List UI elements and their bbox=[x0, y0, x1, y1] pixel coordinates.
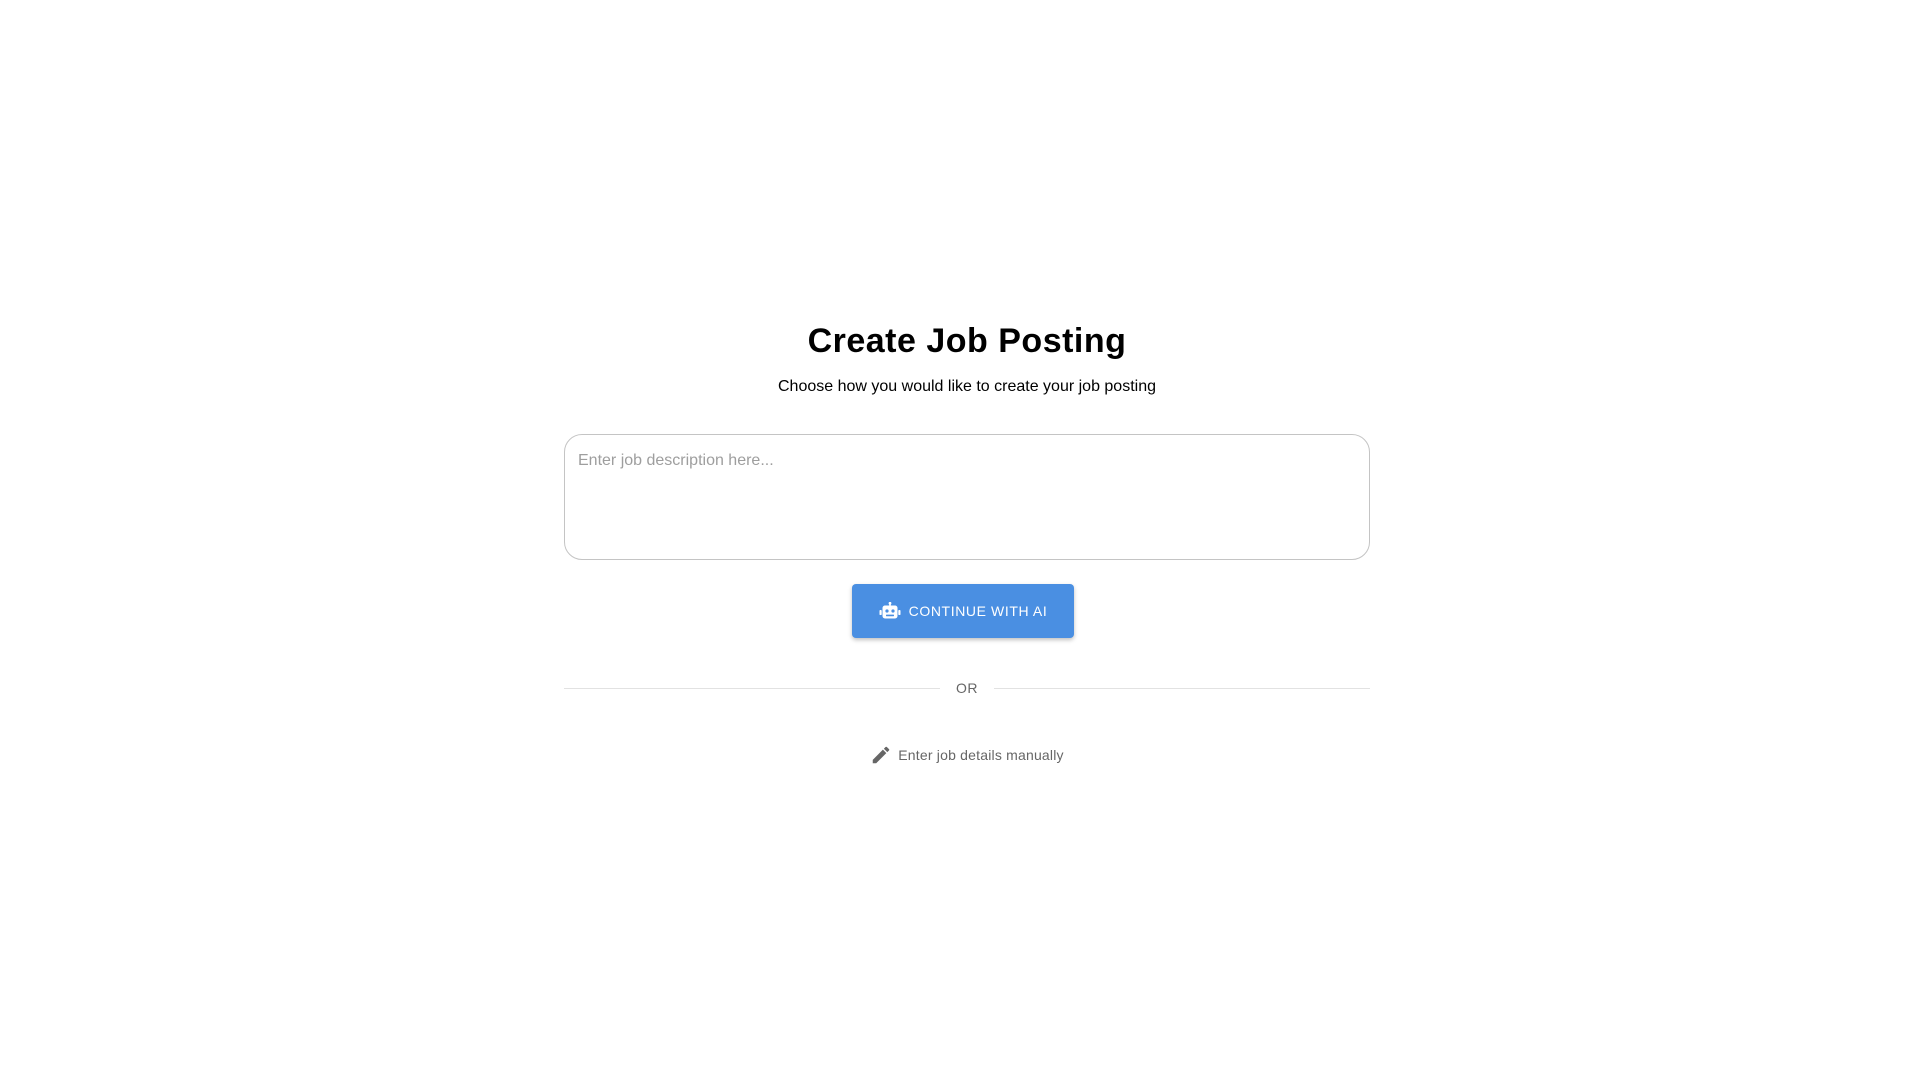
page: Create Job Posting Choose how you would … bbox=[0, 0, 1920, 1080]
job-description-input[interactable] bbox=[564, 434, 1370, 560]
enter-details-manually-label: Enter job details manually bbox=[898, 747, 1064, 763]
enter-details-manually-link[interactable]: Enter job details manually bbox=[870, 744, 1064, 766]
page-title: Create Job Posting bbox=[807, 322, 1127, 360]
manual-entry-row: Enter job details manually bbox=[564, 744, 1370, 766]
ai-button-row: CONTINUE WITH AI bbox=[564, 584, 1370, 638]
continue-with-ai-button[interactable]: CONTINUE WITH AI bbox=[852, 584, 1074, 638]
create-job-panel: Create Job Posting Choose how you would … bbox=[564, 315, 1370, 766]
or-divider: OR bbox=[564, 676, 1370, 700]
continue-with-ai-label: CONTINUE WITH AI bbox=[908, 603, 1048, 619]
pencil-icon bbox=[870, 744, 892, 766]
divider-line-left bbox=[564, 687, 940, 689]
robot-icon bbox=[879, 602, 901, 620]
divider-label: OR bbox=[956, 680, 978, 696]
divider-line-right bbox=[994, 687, 1370, 689]
page-subtitle: Choose how you would like to create your… bbox=[778, 378, 1156, 395]
